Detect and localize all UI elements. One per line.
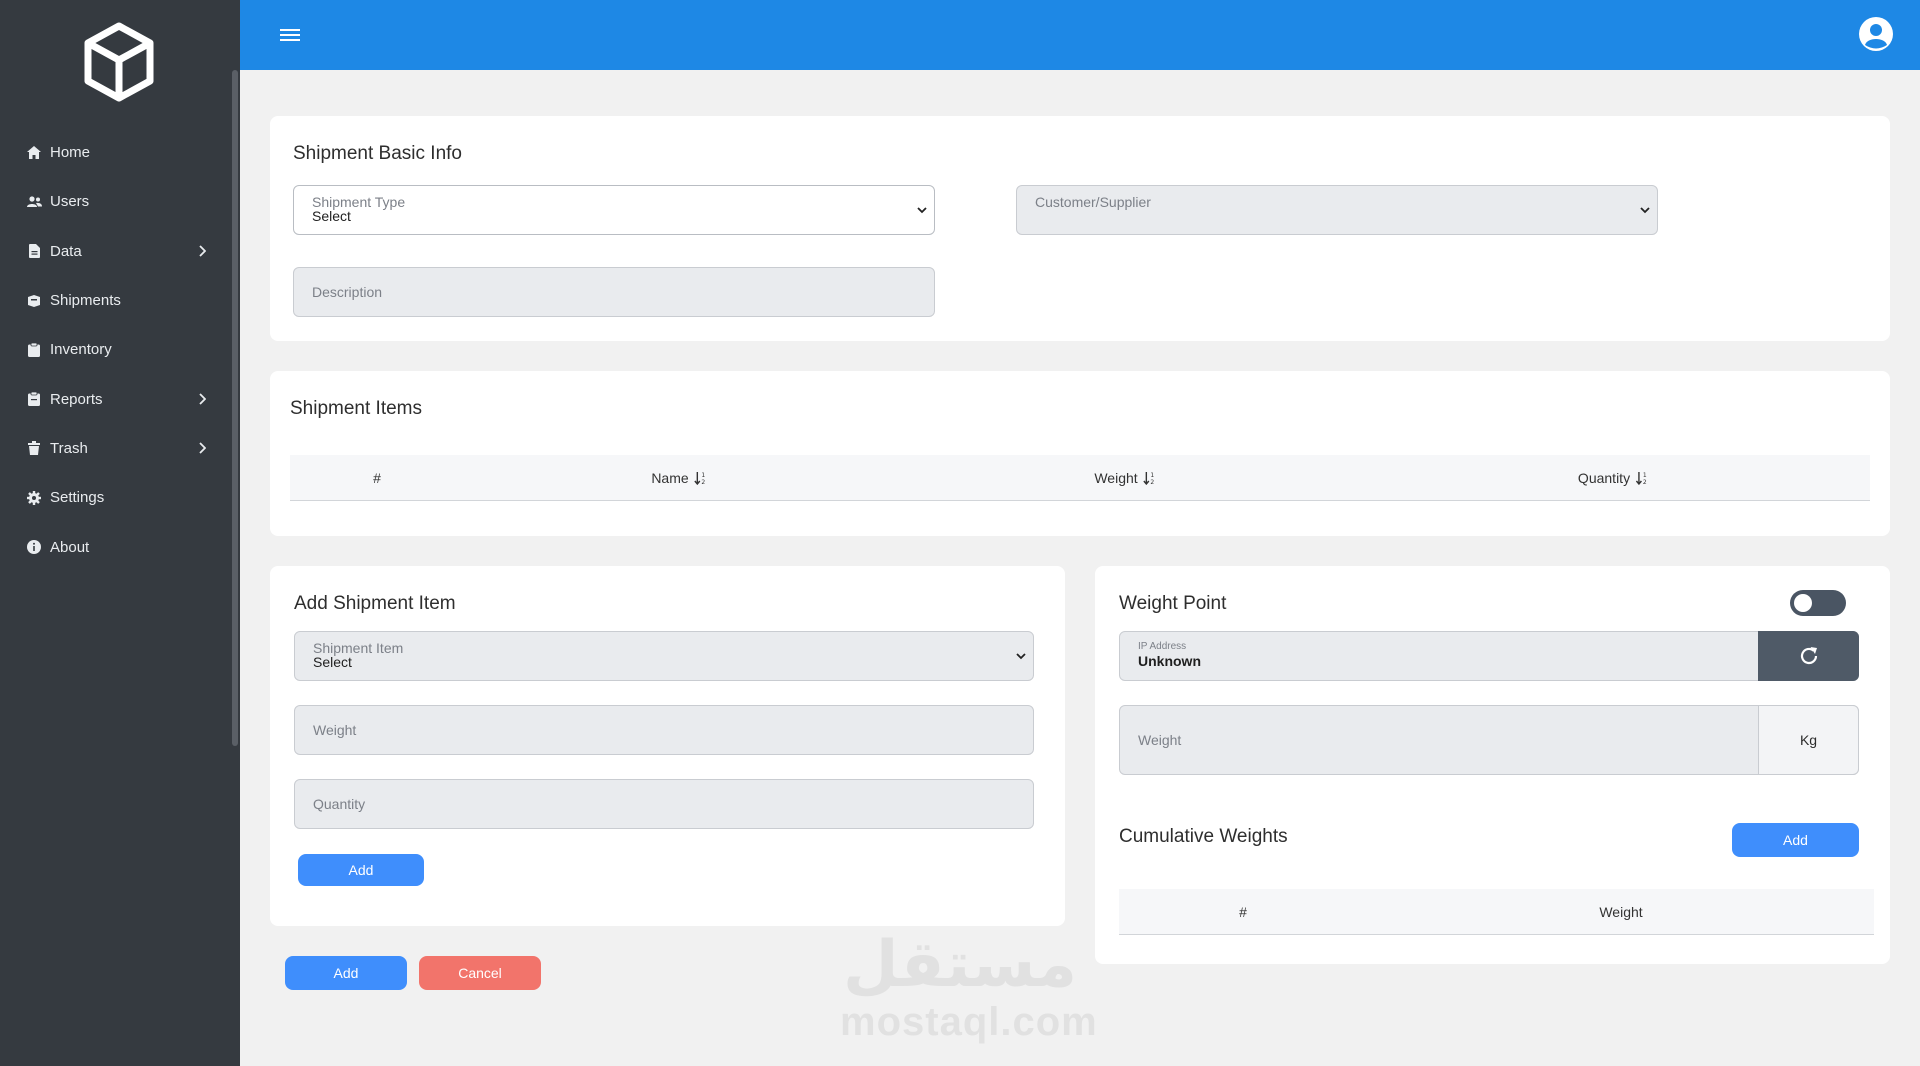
cancel-button[interactable]: Cancel [419, 956, 541, 990]
weight-point-toggle[interactable] [1790, 590, 1846, 616]
refresh-button[interactable] [1758, 631, 1859, 681]
sidebar-nav: Home Users Data Shipments Inventory Repo… [0, 128, 232, 572]
sort-icon: 12 [1143, 471, 1155, 485]
description-placeholder: Description [312, 284, 383, 300]
sidebar-item-home[interactable]: Home [0, 128, 232, 177]
sidebar-item-trash[interactable]: Trash [0, 424, 232, 473]
weight-point-title: Weight Point [1119, 593, 1227, 614]
item-weight-placeholder: Weight [313, 722, 357, 738]
trash-icon [26, 440, 42, 456]
svg-text:1: 1 [1151, 472, 1155, 479]
cube-logo-icon[interactable] [82, 22, 156, 102]
sidebar-item-users[interactable]: Users [0, 177, 232, 226]
sidebar-item-label: Inventory [50, 341, 112, 359]
basic-info-title: Shipment Basic Info [293, 143, 462, 164]
hamburger-menu-icon[interactable] [280, 26, 302, 44]
sidebar-item-label: Shipments [50, 292, 121, 310]
ip-address-field[interactable]: IP Address Unknown [1119, 631, 1859, 681]
add-shipment-item-card: Add Shipment Item Shipment Item Select W… [270, 566, 1065, 926]
sidebar-item-data[interactable]: Data [0, 227, 232, 276]
item-quantity-placeholder: Quantity [313, 796, 366, 812]
svg-text:2: 2 [1643, 479, 1647, 485]
sidebar-item-label: About [50, 538, 90, 556]
weight-point-card: Weight Point IP Address Unknown Weight K… [1095, 566, 1890, 964]
chevron-right-icon [192, 245, 212, 257]
cumulative-weights-table-header: # Weight [1119, 889, 1874, 935]
sidebar-item-label: Reports [50, 390, 103, 408]
chevron-right-icon [192, 393, 212, 405]
ip-address-label: IP Address [1138, 641, 1187, 652]
watermark-latin-text: mostaql.com [840, 1000, 1098, 1044]
info-icon [26, 539, 42, 555]
sidebar-item-settings[interactable]: Settings [0, 473, 232, 522]
sidebar-item-label: Home [50, 144, 91, 162]
shipment-items-card: Shipment Items # Name 12 Weight 12 Quant… [270, 371, 1890, 536]
ip-address-value: Unknown [1138, 653, 1201, 669]
users-icon [26, 194, 42, 210]
item-quantity-input[interactable]: Quantity [294, 779, 1034, 829]
column-header-weight[interactable]: Weight [1599, 904, 1642, 920]
user-avatar-icon[interactable] [1858, 16, 1894, 52]
home-icon [26, 145, 42, 161]
cumulative-weights-title: Cumulative Weights [1119, 826, 1288, 847]
shipment-item-value: Select [313, 654, 352, 670]
basic-info-card: Shipment Basic Info Shipment Type Select… [270, 116, 1890, 341]
sidebar-item-label: Users [50, 193, 90, 211]
weight-point-weight-input[interactable]: Weight [1119, 705, 1859, 775]
sidebar-scrollbar[interactable] [232, 70, 238, 746]
svg-text:2: 2 [702, 479, 706, 485]
svg-text:2: 2 [1151, 479, 1155, 485]
svg-text:1: 1 [702, 472, 706, 479]
description-input[interactable]: Description [293, 267, 935, 317]
shipment-item-select[interactable]: Shipment Item Select [294, 631, 1034, 681]
shipment-type-select[interactable]: Shipment Type Select [293, 185, 935, 235]
report-icon [26, 391, 42, 407]
gear-icon [26, 490, 42, 506]
weight-point-weight-placeholder: Weight [1138, 732, 1182, 748]
toggle-knob [1794, 594, 1812, 612]
column-header-weight[interactable]: Weight 12 [1094, 470, 1157, 486]
sort-icon: 12 [1636, 471, 1647, 485]
weight-unit-label: Kg [1758, 705, 1859, 775]
sidebar: Home Users Data Shipments Inventory Repo… [0, 0, 240, 1066]
column-header-number[interactable]: # [1239, 904, 1247, 920]
add-shipment-item-title: Add Shipment Item [294, 593, 456, 614]
column-header-number[interactable]: # [373, 470, 381, 486]
sidebar-item-label: Data [50, 242, 82, 260]
sidebar-item-shipments[interactable]: Shipments [0, 276, 232, 325]
sidebar-item-label: Settings [50, 489, 105, 507]
column-header-name[interactable]: Name 12 [651, 470, 708, 486]
add-cumulative-weight-button[interactable]: Add [1732, 823, 1859, 857]
mostaql-watermark: مستقل mostaql.com [840, 928, 1098, 1048]
watermark-arabic-text: مستقل [842, 928, 1078, 1002]
add-item-button[interactable]: Add [298, 854, 424, 886]
refresh-icon [1800, 647, 1817, 665]
shipment-items-table-header: # Name 12 Weight 12 Quantity 12 [290, 455, 1870, 501]
customer-supplier-select[interactable]: Customer/Supplier [1016, 185, 1658, 235]
add-shipment-button[interactable]: Add [285, 956, 407, 990]
customer-supplier-label: Customer/Supplier [1035, 194, 1151, 210]
shipment-type-value: Select [312, 208, 351, 224]
sidebar-item-about[interactable]: About [0, 522, 232, 571]
sidebar-item-inventory[interactable]: Inventory [0, 325, 232, 374]
sidebar-item-label: Trash [50, 439, 88, 457]
svg-text:1: 1 [1643, 472, 1647, 479]
shipment-items-title: Shipment Items [290, 398, 422, 419]
item-weight-input[interactable]: Weight [294, 705, 1034, 755]
chevron-down-icon [917, 207, 927, 214]
file-icon [26, 243, 42, 259]
column-header-quantity[interactable]: Quantity 12 [1578, 470, 1650, 486]
sidebar-item-reports[interactable]: Reports [0, 374, 232, 423]
box-icon [26, 293, 42, 309]
chevron-down-icon [1640, 207, 1650, 214]
clipboard-icon [26, 342, 42, 358]
sort-icon: 12 [694, 471, 706, 485]
chevron-right-icon [192, 442, 212, 455]
top-app-bar [240, 0, 1920, 70]
chevron-down-icon [1016, 653, 1026, 660]
